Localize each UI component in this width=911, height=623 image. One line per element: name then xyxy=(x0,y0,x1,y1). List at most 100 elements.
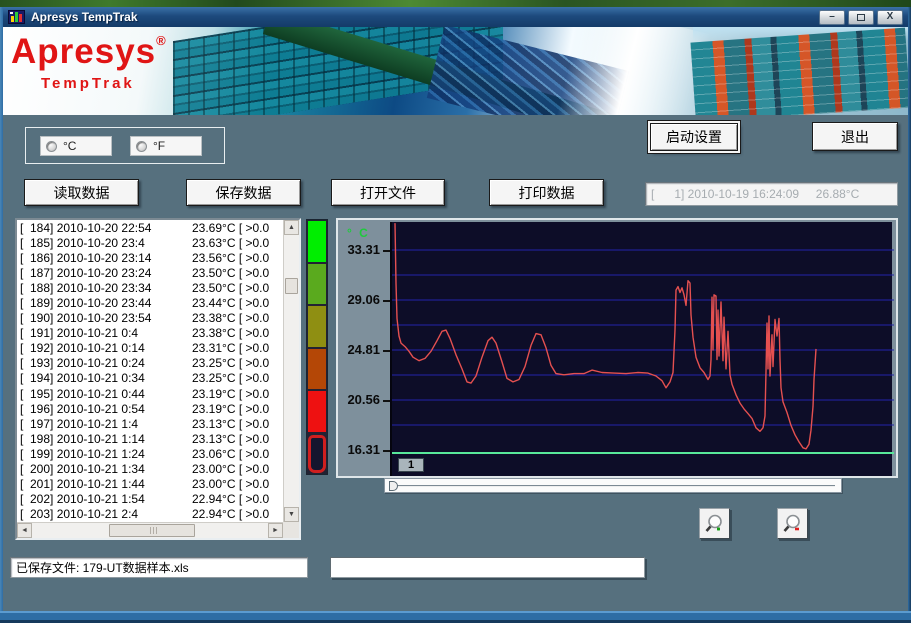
list-item[interactable]: [ 200] 2010-10-21 1:3423.00°C [ >0.0 xyxy=(17,462,283,477)
maximize-icon xyxy=(857,14,865,21)
scrollbar-corner xyxy=(283,522,299,538)
save-data-button[interactable]: 保存数据 xyxy=(186,179,301,206)
list-item[interactable]: [ 191] 2010-10-21 0:423.38°C [ >0.0 xyxy=(17,326,283,341)
radio-celsius[interactable]: °C xyxy=(40,136,112,156)
titlebar[interactable]: Apresys TempTrak – X xyxy=(3,7,908,27)
chart-plot[interactable]: 1 xyxy=(390,222,892,476)
temperature-line xyxy=(395,223,816,449)
radio-fahrenheit[interactable]: °F xyxy=(130,136,202,156)
slider-groove xyxy=(391,485,835,487)
chart-position-slider[interactable] xyxy=(384,478,842,493)
open-file-button[interactable]: 打开文件 xyxy=(331,179,445,206)
y-tick-mark xyxy=(383,400,390,402)
radio-fahrenheit-icon[interactable] xyxy=(136,141,147,152)
window-border-bottom xyxy=(0,611,911,623)
list-item[interactable]: [ 201] 2010-10-21 1:4423.00°C [ >0.0 xyxy=(17,477,283,492)
y-tick-mark xyxy=(383,350,390,352)
scroll-up-button[interactable]: ▲ xyxy=(284,220,299,235)
progress-bar xyxy=(330,557,645,578)
y-tick-label: 16.31 xyxy=(347,442,380,457)
radio-celsius-icon[interactable] xyxy=(46,141,57,152)
saved-file-field: 已保存文件: 179-UT数据样本.xls xyxy=(10,557,308,578)
brand-logo: Apresys® TempTrak xyxy=(11,33,166,92)
list-item[interactable]: [ 198] 2010-10-21 1:1423.13°C [ >0.0 xyxy=(17,431,283,446)
list-item[interactable]: [ 188] 2010-10-20 23:3423.50°C [ >0.0 xyxy=(17,280,283,295)
radio-celsius-label: °C xyxy=(63,139,76,153)
start-setup-button[interactable]: 启动设置 xyxy=(650,123,738,151)
exit-button[interactable]: 退出 xyxy=(812,122,898,151)
color-scale-segment xyxy=(308,349,326,390)
scroll-left-icon: ◄ xyxy=(21,527,28,534)
list-item[interactable]: [ 203] 2010-10-21 2:422.94°C [ >0.0 xyxy=(17,507,283,522)
first-record-field[interactable]: [ 1] 2010-10-19 16:24:09 26.88°C xyxy=(645,182,898,206)
minimize-button[interactable]: – xyxy=(819,10,845,25)
radio-fahrenheit-label: °F xyxy=(153,139,165,153)
temperature-color-scale xyxy=(306,219,328,475)
color-scale-segments xyxy=(308,221,326,432)
app-window: Apresys TempTrak – X Apresys® TempTrak °… xyxy=(0,0,911,623)
color-scale-segment xyxy=(308,221,326,262)
thermometer-bulb-icon xyxy=(308,435,326,473)
list-item[interactable]: [ 202] 2010-10-21 1:5422.94°C [ >0.0 xyxy=(17,492,283,507)
color-scale-segment xyxy=(308,391,326,432)
scroll-right-button[interactable]: ► xyxy=(268,523,283,538)
scroll-up-icon: ▲ xyxy=(288,224,295,231)
y-tick-label: 33.31 xyxy=(347,242,380,257)
brand-name: Apresys xyxy=(11,32,156,71)
print-data-button[interactable]: 打印数据 xyxy=(489,179,604,206)
slider-thumb[interactable] xyxy=(389,481,398,491)
list-item[interactable]: [ 195] 2010-10-21 0:4423.19°C [ >0.0 xyxy=(17,386,283,401)
scroll-down-button[interactable]: ▼ xyxy=(284,507,299,522)
list-item[interactable]: [ 194] 2010-10-21 0:3423.25°C [ >0.0 xyxy=(17,371,283,386)
y-tick-mark xyxy=(383,250,390,252)
y-axis-unit-label: ° C xyxy=(347,226,370,240)
vertical-scrollbar[interactable]: ▲ ▼ xyxy=(283,220,299,522)
list-item[interactable]: [ 193] 2010-10-21 0:2423.25°C [ >0.0 xyxy=(17,356,283,371)
list-item[interactable]: [ 192] 2010-10-21 0:1423.31°C [ >0.0 xyxy=(17,341,283,356)
read-data-button[interactable]: 读取数据 xyxy=(24,179,139,206)
list-item[interactable]: [ 199] 2010-10-21 1:2423.06°C [ >0.0 xyxy=(17,446,283,461)
color-scale-segment xyxy=(308,306,326,347)
port-containers-image xyxy=(690,28,908,115)
banner: Apresys® TempTrak xyxy=(3,27,908,115)
maximize-button[interactable] xyxy=(848,10,874,25)
unit-groupbox: °C °F xyxy=(25,127,225,164)
data-list-rows[interactable]: [ 184] 2010-10-20 22:5423.69°C [ >0.0[ 1… xyxy=(17,220,283,522)
y-axis: ° C 33.31 29.06 24.81 20.56 16.31 xyxy=(338,220,390,476)
desktop-wallpaper-strip xyxy=(0,0,911,7)
x-tick-label: 1 xyxy=(398,458,424,472)
scroll-left-button[interactable]: ◄ xyxy=(17,523,32,538)
y-tick-label: 24.81 xyxy=(347,342,380,357)
close-button[interactable]: X xyxy=(877,10,903,25)
light-streak xyxy=(555,27,710,115)
list-item[interactable]: [ 197] 2010-10-21 1:423.13°C [ >0.0 xyxy=(17,416,283,431)
list-item[interactable]: [ 196] 2010-10-21 0:5423.19°C [ >0.0 xyxy=(17,401,283,416)
horizontal-scroll-thumb[interactable] xyxy=(109,524,195,537)
list-item[interactable]: [ 184] 2010-10-20 22:5423.69°C [ >0.0 xyxy=(17,220,283,235)
zoom-in-button[interactable] xyxy=(699,508,730,539)
scroll-down-icon: ▼ xyxy=(288,511,295,518)
close-icon: X xyxy=(887,12,894,22)
list-item[interactable]: [ 190] 2010-10-20 23:5423.38°C [ >0.0 xyxy=(17,311,283,326)
y-tick-mark xyxy=(383,450,390,452)
minimize-icon: – xyxy=(829,12,835,22)
data-list[interactable]: [ 184] 2010-10-20 22:5423.69°C [ >0.0[ 1… xyxy=(15,218,301,540)
list-item[interactable]: [ 186] 2010-10-20 23:1423.56°C [ >0.0 xyxy=(17,250,283,265)
chart-svg xyxy=(392,222,894,476)
scroll-right-icon: ► xyxy=(272,527,279,534)
zoom-out-button[interactable] xyxy=(777,508,808,539)
chart-panel: ° C 33.31 29.06 24.81 20.56 16.31 1 xyxy=(336,218,898,478)
product-name: TempTrak xyxy=(41,75,166,92)
vertical-scroll-thumb[interactable] xyxy=(285,278,298,294)
list-item[interactable]: [ 189] 2010-10-20 23:4423.44°C [ >0.0 xyxy=(17,295,283,310)
list-item[interactable]: [ 185] 2010-10-20 23:423.63°C [ >0.0 xyxy=(17,235,283,250)
registered-mark: ® xyxy=(156,33,166,48)
horizontal-scrollbar[interactable]: ◄ ► xyxy=(17,522,283,538)
y-tick-label: 29.06 xyxy=(347,292,380,307)
y-tick-label: 20.56 xyxy=(347,392,380,407)
list-item[interactable]: [ 187] 2010-10-20 23:2423.50°C [ >0.0 xyxy=(17,265,283,280)
zoom-in-icon xyxy=(704,513,726,535)
zoom-out-icon xyxy=(782,513,804,535)
window-title: Apresys TempTrak xyxy=(31,10,138,24)
y-tick-mark xyxy=(383,300,390,302)
